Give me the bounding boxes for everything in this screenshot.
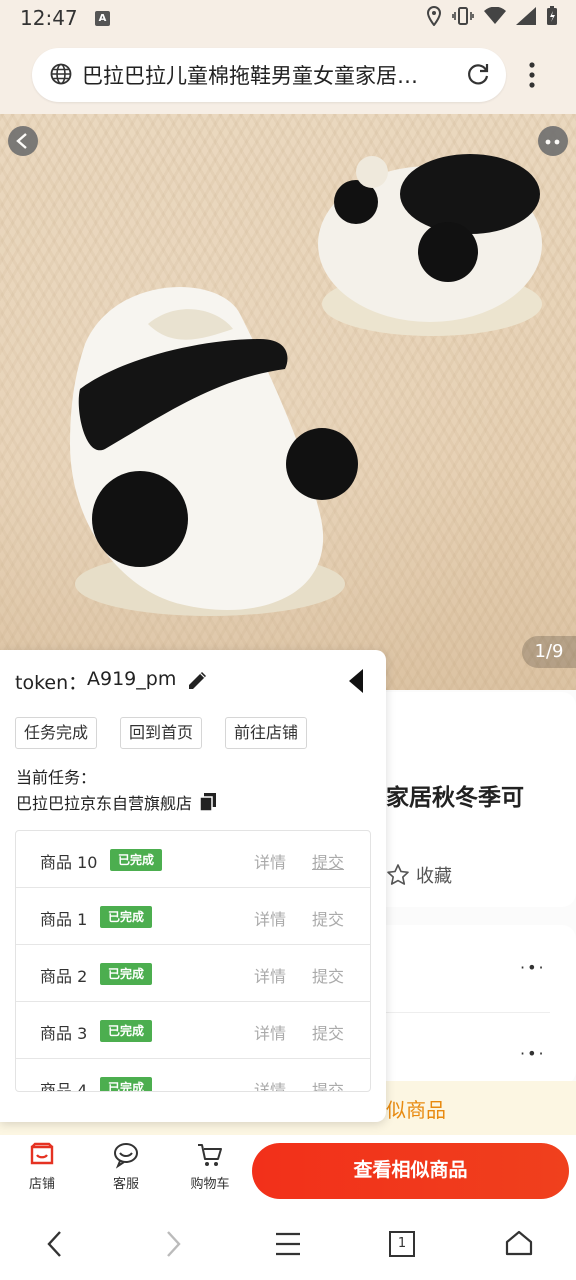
location-icon bbox=[426, 6, 442, 26]
cart-icon bbox=[198, 1144, 222, 1166]
detail-link[interactable]: 详情 bbox=[254, 963, 286, 987]
detail-link[interactable]: 详情 bbox=[254, 849, 286, 873]
status-icons bbox=[426, 6, 558, 26]
overflow-menu-icon[interactable] bbox=[527, 60, 537, 90]
service-tab[interactable]: 客服 bbox=[96, 1141, 156, 1192]
store-tab[interactable]: 店铺 bbox=[12, 1141, 72, 1192]
task-name: 商品 1 bbox=[40, 910, 88, 929]
menu-icon[interactable] bbox=[274, 1231, 302, 1257]
favorite-button[interactable]: 收藏 bbox=[386, 862, 452, 888]
back-home-button[interactable]: 回到首页 bbox=[120, 717, 203, 749]
task-name: 商品 4 bbox=[40, 1081, 88, 1092]
browser-nav-bar: 1 bbox=[0, 1207, 576, 1280]
token-value: A919_pm bbox=[87, 668, 177, 690]
nav-back-icon[interactable] bbox=[42, 1229, 68, 1259]
address-bar[interactable]: 巴拉巴拉儿童棉拖鞋男童女童家居… bbox=[32, 48, 506, 102]
task-name: 商品 2 bbox=[40, 967, 88, 986]
cart-tab[interactable]: 购物车 bbox=[180, 1141, 240, 1192]
task-row: 商品 10 已完成 详情 提交 bbox=[16, 831, 370, 888]
task-panel: token： A919_pm 任务完成 回到首页 前往店铺 当前任务： 巴拉巴拉… bbox=[0, 650, 386, 1122]
wifi-icon bbox=[484, 7, 506, 24]
submit-link[interactable]: 提交 bbox=[312, 906, 344, 930]
nav-forward-icon[interactable] bbox=[160, 1229, 186, 1259]
back-button[interactable] bbox=[8, 126, 38, 156]
reload-icon[interactable] bbox=[464, 60, 492, 88]
cart-label: 购物车 bbox=[190, 1177, 230, 1192]
detail-link[interactable]: 详情 bbox=[254, 1077, 286, 1091]
option-more-icon[interactable]: ·•· bbox=[520, 1044, 546, 1063]
status-time: 12:47 bbox=[20, 6, 78, 30]
store-label: 店铺 bbox=[28, 1177, 55, 1192]
edit-icon[interactable] bbox=[186, 668, 210, 692]
vibrate-icon bbox=[452, 7, 474, 25]
divider bbox=[386, 1012, 550, 1013]
battery-icon bbox=[547, 6, 557, 25]
current-task-label: 当前任务： bbox=[16, 768, 97, 787]
task-row: 商品 4 已完成 详情 提交 bbox=[16, 1059, 370, 1092]
task-row: 商品 3 已完成 详情 提交 bbox=[16, 1002, 370, 1059]
task-row: 商品 2 已完成 详情 提交 bbox=[16, 945, 370, 1002]
task-name: 商品 3 bbox=[40, 1024, 88, 1043]
status-badge: 已完成 bbox=[100, 963, 153, 985]
go-store-button[interactable]: 前往店铺 bbox=[225, 717, 308, 749]
task-row: 商品 1 已完成 详情 提交 bbox=[16, 888, 370, 945]
view-similar-button[interactable]: 查看相似商品 bbox=[252, 1143, 569, 1199]
notification-icon: A bbox=[95, 11, 110, 26]
option-more-icon[interactable]: ·•· bbox=[520, 958, 546, 977]
submit-link[interactable]: 提交 bbox=[312, 1077, 344, 1091]
submit-link[interactable]: 提交 bbox=[312, 963, 344, 987]
status-badge: 已完成 bbox=[110, 849, 163, 871]
status-bar: 12:47 A bbox=[0, 0, 576, 36]
globe-icon bbox=[50, 63, 72, 85]
chat-icon bbox=[114, 1143, 138, 1169]
chevron-left-icon bbox=[16, 133, 27, 149]
status-badge: 已完成 bbox=[100, 1077, 153, 1091]
more-dots-icon bbox=[545, 139, 560, 145]
detail-link[interactable]: 详情 bbox=[254, 1020, 286, 1044]
browser-toolbar: 巴拉巴拉儿童棉拖鞋男童女童家居… bbox=[0, 36, 576, 114]
more-button[interactable] bbox=[538, 126, 568, 156]
task-name: 商品 10 bbox=[40, 853, 98, 872]
current-task: 巴拉巴拉京东自营旗舰店 bbox=[16, 790, 218, 814]
tabs-button[interactable]: 1 bbox=[389, 1231, 415, 1257]
task-done-button[interactable]: 任务完成 bbox=[15, 717, 98, 749]
current-task-value: 巴拉巴拉京东自营旗舰店 bbox=[16, 794, 193, 813]
submit-link[interactable]: 提交 bbox=[312, 1020, 344, 1044]
image-counter: 1/9 bbox=[522, 636, 576, 668]
favorite-label: 收藏 bbox=[416, 866, 452, 887]
panda-slippers-illustration bbox=[70, 154, 542, 616]
token-label: token： bbox=[15, 672, 88, 694]
home-icon[interactable] bbox=[504, 1229, 534, 1257]
page-title[interactable]: 巴拉巴拉儿童棉拖鞋男童女童家居… bbox=[82, 60, 452, 90]
detail-link[interactable]: 详情 bbox=[254, 906, 286, 930]
star-icon bbox=[387, 864, 409, 885]
signal-icon bbox=[516, 7, 536, 25]
status-badge: 已完成 bbox=[100, 1020, 153, 1042]
action-bar: 店铺 客服 购物车 查看相似商品 bbox=[0, 1135, 576, 1207]
submit-link[interactable]: 提交 bbox=[312, 849, 344, 873]
task-list: 商品 10 已完成 详情 提交 商品 1 已完成 详情 提交 商品 2 已完成 … bbox=[15, 830, 371, 1092]
product-image[interactable]: 1/9 bbox=[0, 114, 576, 690]
product-title: 家居秋冬季可 bbox=[386, 785, 524, 811]
collapse-panel-icon[interactable] bbox=[348, 668, 364, 694]
status-badge: 已完成 bbox=[100, 906, 153, 928]
store-icon bbox=[30, 1142, 54, 1165]
similar-products-label[interactable]: 似商品 bbox=[386, 1094, 446, 1123]
service-label: 客服 bbox=[112, 1177, 139, 1192]
copy-icon[interactable] bbox=[198, 792, 218, 812]
